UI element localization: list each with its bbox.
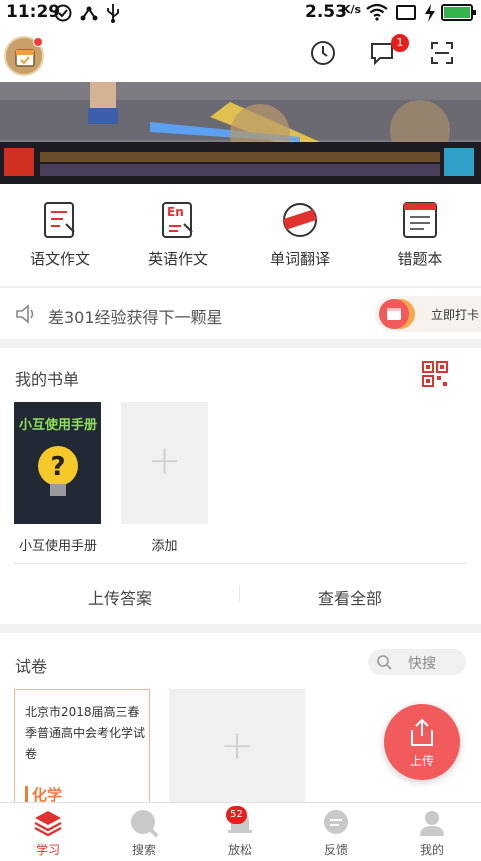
search-icon [376, 654, 392, 674]
book-cover[interactable]: 小互使用手册 ? [14, 402, 101, 524]
tab-feedback[interactable]: 反馈 [288, 803, 384, 861]
notification-dot [33, 37, 43, 47]
search-icon [129, 808, 159, 838]
battery-icon [441, 4, 476, 21]
quick-search-input[interactable]: 快搜 [368, 649, 466, 675]
book-cover-title: 小互使用手册 [18, 418, 97, 433]
papers-title: 试卷 [15, 657, 48, 676]
tab-label: 搜索 [131, 843, 156, 857]
tab-label: 放松 [227, 843, 252, 857]
tab-label: 我的 [419, 843, 444, 857]
add-book-button[interactable]: + [121, 402, 208, 524]
plus-icon: + [220, 723, 254, 769]
usb-icon [106, 3, 120, 28]
upload-label: 上传 [409, 754, 434, 768]
tab-search[interactable]: 搜索 [96, 803, 192, 861]
upload-fab[interactable]: 上传 [384, 704, 460, 780]
game-banner[interactable] [0, 82, 481, 184]
status-time: 11:29 [6, 2, 61, 22]
translate-icon [280, 200, 320, 240]
feature-english-essay[interactable]: En 英语作文 [118, 184, 238, 286]
feature-label: 单词翻译 [269, 250, 330, 268]
book-label: 小互使用手册 [18, 539, 97, 554]
booklist-title: 我的书单 [15, 370, 80, 389]
add-book-label: 添加 [151, 539, 178, 554]
feature-chinese-essay[interactable]: 语文作文 [0, 184, 120, 286]
english-essay-icon: En [158, 200, 198, 240]
top-app-bar: 1 [0, 26, 481, 82]
charging-icon [424, 4, 436, 27]
checkin-calendar-icon [379, 299, 409, 329]
history-clock-icon[interactable] [309, 39, 339, 69]
feature-label: 语文作文 [29, 250, 90, 268]
status-bar: 11:29 2.53 K/s [0, 0, 481, 26]
question-bulb-icon: ? [34, 442, 82, 506]
qr-code-icon[interactable] [422, 361, 448, 391]
booklist-card: 我的书单 小互使用手册 ? 小互使用手册 + 添加 上传答案 查看全部 [0, 348, 481, 624]
app-screen: 11:29 2.53 K/s 1 语文作文 En 英语作文 单词翻译 错题本 差… [0, 0, 481, 861]
window-icon [396, 5, 416, 20]
feature-grid: 语文作文 En 英语作文 单词翻译 错题本 [0, 184, 481, 286]
wifi-icon [366, 3, 388, 26]
view-all-button[interactable]: 查看全部 [240, 585, 460, 609]
layers-icon [33, 808, 63, 838]
plus-icon: + [147, 438, 182, 484]
english-essay-icon-text: En [167, 205, 184, 219]
tab-mine[interactable]: 我的 [384, 803, 480, 861]
avatar[interactable] [4, 36, 44, 76]
network-speed: 2.53 [305, 2, 347, 22]
search-placeholder: 快搜 [408, 656, 436, 672]
scan-icon[interactable] [428, 39, 458, 69]
feature-label: 英语作文 [147, 250, 208, 268]
network-speed-unit: K/s [342, 3, 362, 16]
user-icon [417, 808, 447, 838]
tab-label: 反馈 [323, 843, 348, 857]
paper-card[interactable]: 北京市2018届高三春季普通高中会考化学试卷 化学 [14, 689, 150, 809]
checkin-button[interactable]: 立即打卡 [375, 296, 481, 332]
upload-answers-button[interactable]: 上传答案 [0, 585, 240, 609]
upload-icon [408, 718, 436, 752]
add-paper-button[interactable]: + [169, 689, 305, 809]
feature-mistakes-book[interactable]: 错题本 [360, 184, 480, 286]
tab-label: 学习 [35, 843, 60, 857]
share-node-icon [80, 4, 98, 27]
svg-text:?: ? [50, 452, 65, 482]
calendar-check-icon [14, 46, 36, 72]
tab-relax[interactable]: 52 放松 [192, 803, 288, 861]
message-badge: 1 [391, 34, 409, 52]
banner-artwork [0, 82, 481, 184]
experience-notice: 差301经验获得下一颗星 立即打卡 [0, 287, 481, 339]
mistakes-book-icon [400, 200, 440, 240]
notice-text: 差301经验获得下一颗星 [48, 308, 223, 327]
tab-study[interactable]: 学习 [0, 803, 96, 861]
bottom-nav: 学习 搜索 52 放松 反馈 我的 [0, 802, 481, 861]
chinese-essay-icon [40, 200, 80, 240]
checkin-label: 立即打卡 [431, 308, 480, 322]
feature-word-translate[interactable]: 单词翻译 [240, 184, 360, 286]
feature-label: 错题本 [397, 250, 443, 268]
sync-icon [54, 4, 72, 27]
paper-title: 北京市2018届高三春季普通高中会考化学试卷 [25, 705, 146, 761]
chat-bubble-icon [321, 808, 351, 838]
booklist-divider [14, 563, 467, 564]
speaker-icon [14, 303, 38, 329]
relax-badge: 52 [226, 806, 247, 824]
